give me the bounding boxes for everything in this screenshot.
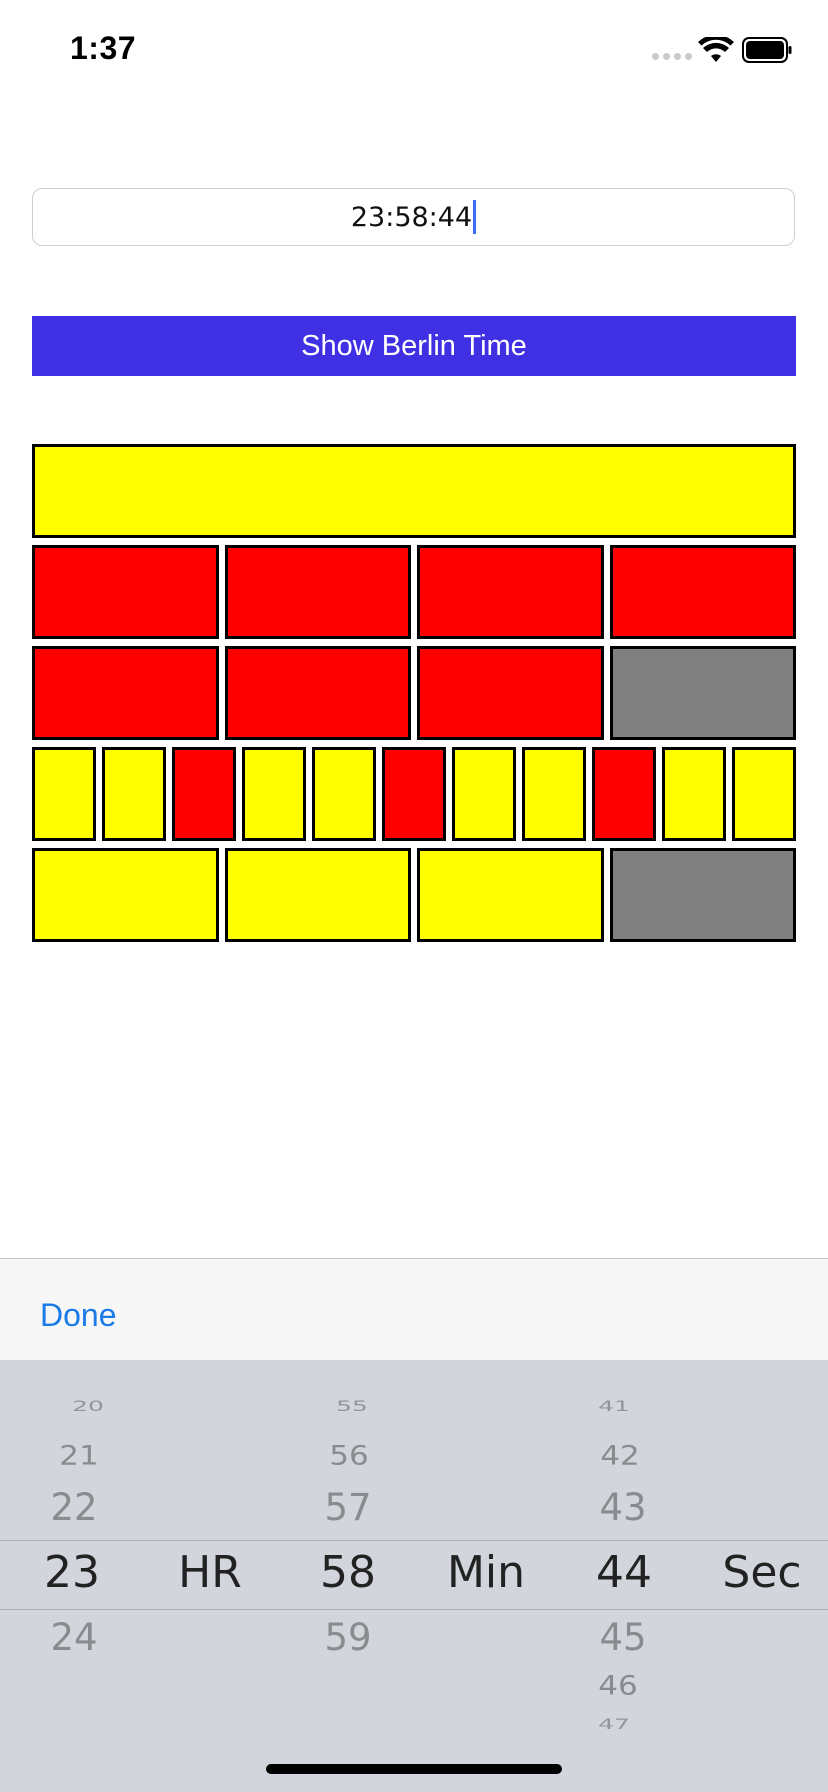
clock-lamp-yellow — [522, 747, 586, 841]
hours-label: HR — [178, 1547, 242, 1598]
battery-icon — [742, 37, 792, 63]
five-hours-row — [32, 545, 796, 639]
clock-lamp-yellow — [224, 848, 411, 942]
picker-value: 42 — [600, 1440, 640, 1472]
clock-lamp-red — [32, 545, 219, 639]
done-button[interactable]: Done — [40, 1297, 117, 1334]
picker-value: 20 — [72, 1398, 104, 1415]
picker-value: 55 — [336, 1398, 368, 1415]
minutes-label: Min — [446, 1547, 526, 1598]
picker-selection-indicator — [0, 1540, 828, 1610]
clock-lamp-yellow — [32, 444, 796, 538]
time-input[interactable]: 23:58:44 — [32, 188, 795, 246]
status-time: 1:37 — [70, 30, 137, 66]
picker-value: 22 — [50, 1486, 98, 1529]
clock-lamp-red — [224, 646, 411, 740]
picker-selected-second: 44 — [596, 1547, 652, 1598]
clock-lamp-off — [609, 646, 796, 740]
clock-lamp-red — [224, 545, 411, 639]
clock-lamp-red — [32, 646, 219, 740]
picker-selected-hour: 23 — [44, 1547, 100, 1598]
show-berlin-time-button[interactable]: Show Berlin Time — [32, 316, 796, 376]
time-picker[interactable]: 20 21 22 23 24 HR 55 56 57 58 59 Min 41 … — [0, 1360, 828, 1792]
seconds-row — [32, 444, 796, 538]
clock-lamp-red — [592, 747, 656, 841]
picker-value: 46 — [598, 1670, 638, 1702]
picker-selected-minute: 58 — [320, 1547, 376, 1598]
status-bar: 1:37 — [0, 0, 828, 100]
clock-lamp-yellow — [662, 747, 726, 841]
seconds-label: Sec — [722, 1547, 802, 1598]
picker-value: 47 — [598, 1716, 630, 1733]
home-indicator — [266, 1764, 562, 1774]
wifi-icon — [698, 37, 734, 62]
clock-lamp-yellow — [417, 848, 604, 942]
clock-lamp-yellow — [32, 747, 96, 841]
picker-value: 57 — [324, 1486, 372, 1529]
picker-toolbar: Done — [0, 1258, 828, 1361]
berlin-clock — [32, 444, 796, 949]
cellular-signal-icon — [652, 53, 692, 60]
picker-value: 41 — [598, 1398, 630, 1415]
clock-lamp-yellow — [452, 747, 516, 841]
picker-value: 56 — [329, 1440, 369, 1472]
single-minutes-row — [32, 848, 796, 942]
text-cursor — [473, 200, 477, 234]
clock-lamp-yellow — [32, 848, 219, 942]
clock-lamp-yellow — [242, 747, 306, 841]
picker-value: 43 — [599, 1486, 647, 1529]
five-minutes-row — [32, 747, 796, 841]
picker-value: 59 — [324, 1616, 372, 1659]
clock-lamp-red — [382, 747, 446, 841]
time-input-value: 23:58:44 — [350, 201, 473, 233]
clock-lamp-off — [609, 848, 796, 942]
clock-lamp-red — [417, 646, 604, 740]
picker-value: 45 — [599, 1616, 647, 1659]
clock-lamp-red — [609, 545, 796, 639]
picker-value: 24 — [50, 1616, 98, 1659]
clock-lamp-yellow — [102, 747, 166, 841]
clock-lamp-yellow — [732, 747, 796, 841]
clock-lamp-red — [172, 747, 236, 841]
single-hours-row — [32, 646, 796, 740]
clock-lamp-yellow — [312, 747, 376, 841]
clock-lamp-red — [417, 545, 604, 639]
picker-value: 21 — [59, 1440, 99, 1472]
